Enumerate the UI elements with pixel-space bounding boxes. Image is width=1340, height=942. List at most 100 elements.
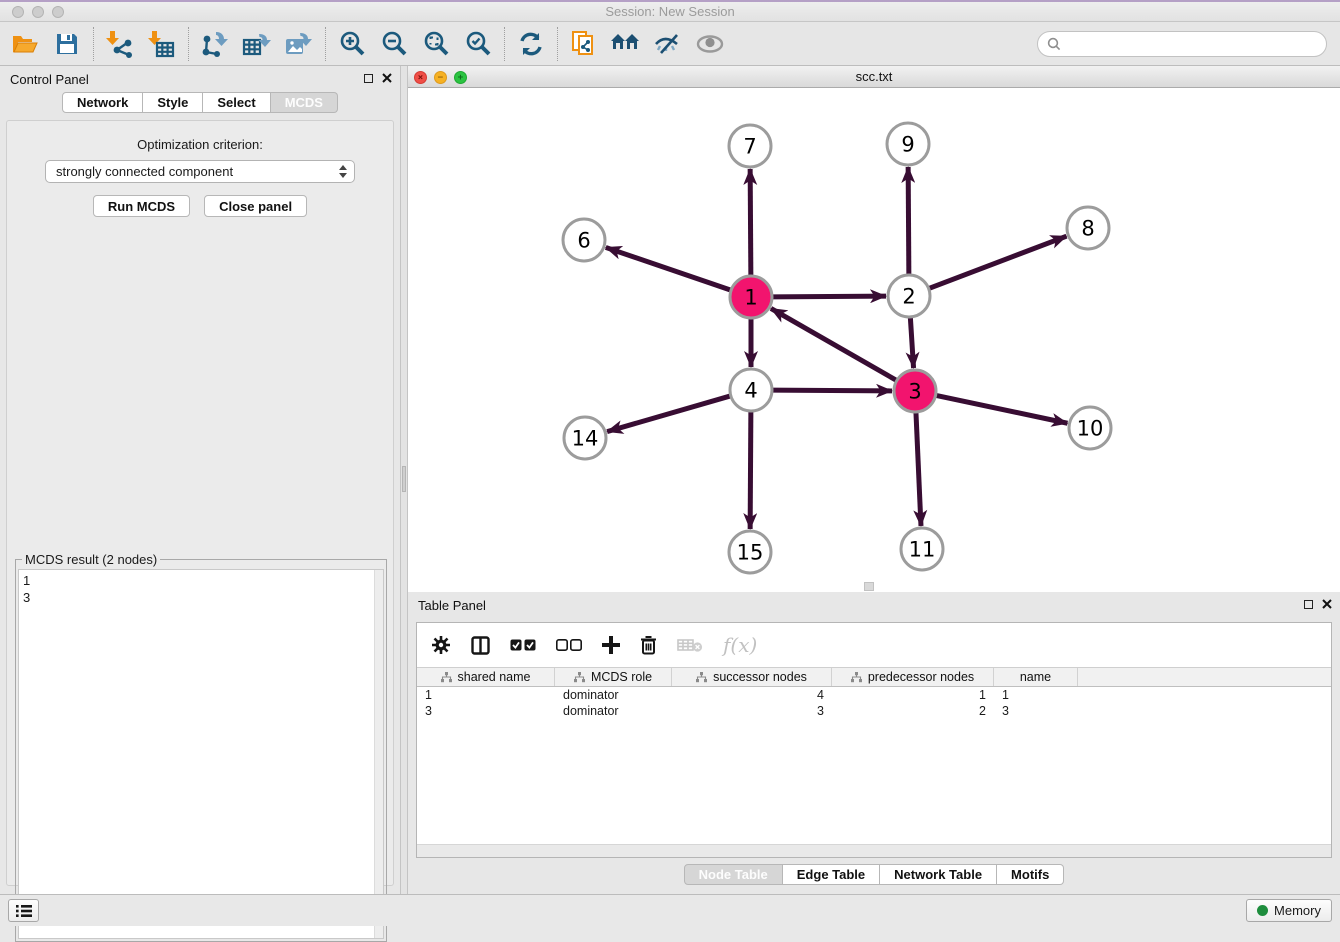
- tab-mcds[interactable]: MCDS: [271, 92, 338, 113]
- table-cell[interactable]: 1: [832, 687, 994, 703]
- table-horizontal-scrollbar[interactable]: [417, 844, 1331, 857]
- graph-node-label-11: 11: [909, 538, 936, 562]
- export-image-icon[interactable]: [278, 25, 320, 63]
- column-header-successor-nodes[interactable]: successor nodes: [672, 668, 832, 686]
- table-cell[interactable]: dominator: [555, 687, 672, 703]
- tab-network-table[interactable]: Network Table: [880, 864, 997, 885]
- zoom-out-icon[interactable]: [373, 25, 415, 63]
- node-table-container: f(x) shared nameMCDS rolesuccessor nodes…: [416, 622, 1332, 858]
- close-panel-icon[interactable]: [382, 73, 392, 83]
- show-column-icon[interactable]: [471, 636, 490, 655]
- graph-edge-2-9[interactable]: [908, 167, 909, 275]
- graph-edge-1-6[interactable]: [606, 247, 731, 290]
- column-header-predecessor-nodes[interactable]: predecessor nodes: [832, 668, 994, 686]
- table-row[interactable]: 3dominator323: [417, 703, 1331, 719]
- tab-style[interactable]: Style: [143, 92, 203, 113]
- table-cell[interactable]: dominator: [555, 703, 672, 719]
- graph-node-label-1: 1: [744, 286, 757, 310]
- table-header-row: shared nameMCDS rolesuccessor nodesprede…: [417, 667, 1331, 687]
- graph-edge-3-10[interactable]: [936, 395, 1068, 423]
- duplicate-network-icon[interactable]: [563, 25, 605, 63]
- graph-edge-2-3[interactable]: [910, 317, 913, 368]
- memory-label: Memory: [1274, 903, 1321, 918]
- mcds-panel-body: Optimization criterion: strongly connect…: [6, 120, 394, 886]
- table-cell[interactable]: 3: [994, 703, 1078, 719]
- table-row[interactable]: 1dominator411: [417, 687, 1331, 703]
- hide-details-eye-icon[interactable]: [647, 25, 689, 63]
- mcds-result-area[interactable]: 1 3: [18, 569, 384, 939]
- open-file-icon[interactable]: [4, 25, 46, 63]
- graph-edge-2-8[interactable]: [929, 236, 1067, 288]
- delete-column-icon[interactable]: [640, 635, 657, 655]
- zoom-in-icon[interactable]: [331, 25, 373, 63]
- graph-edge-4-3[interactable]: [772, 390, 892, 391]
- close-panel-button[interactable]: Close panel: [204, 195, 307, 217]
- tab-motifs[interactable]: Motifs: [997, 864, 1064, 885]
- houses-icon[interactable]: [605, 25, 647, 63]
- close-panel-icon[interactable]: [1322, 599, 1332, 609]
- run-mcds-button[interactable]: Run MCDS: [93, 195, 190, 217]
- memory-button[interactable]: Memory: [1246, 899, 1332, 922]
- control-panel: Control Panel NetworkStyleSelectMCDS Opt…: [0, 66, 400, 894]
- canvas-scroll-handle[interactable]: [864, 582, 874, 591]
- graph-node-label-10: 10: [1077, 417, 1104, 441]
- result-scrollbar[interactable]: [374, 570, 383, 938]
- float-panel-icon[interactable]: [364, 74, 373, 83]
- task-history-button[interactable]: [8, 899, 39, 922]
- table-cell[interactable]: 3: [672, 703, 832, 719]
- window-titlebar: Session: New Session: [0, 0, 1340, 22]
- tab-node-table[interactable]: Node Table: [684, 864, 783, 885]
- toolbar-separator: [188, 27, 189, 61]
- toolbar-separator: [504, 27, 505, 61]
- import-table-icon[interactable]: [141, 25, 183, 63]
- column-header-shared-name[interactable]: shared name: [417, 668, 555, 686]
- graph-edge-4-14[interactable]: [607, 396, 731, 432]
- tab-edge-table[interactable]: Edge Table: [783, 864, 880, 885]
- export-table-icon[interactable]: [236, 25, 278, 63]
- column-header-MCDS-role[interactable]: MCDS role: [555, 668, 672, 686]
- table-cell[interactable]: 2: [832, 703, 994, 719]
- mcds-result-box: MCDS result (2 nodes) 1 3: [15, 559, 387, 942]
- graph-edge-1-2[interactable]: [772, 296, 886, 297]
- table-rows: 1dominator4113dominator323: [417, 687, 1331, 719]
- table-cell[interactable]: 1: [417, 687, 555, 703]
- table-cell[interactable]: 3: [417, 703, 555, 719]
- column-header-name[interactable]: name: [994, 668, 1078, 686]
- zoom-selected-icon[interactable]: [457, 25, 499, 63]
- graph-edge-4-15[interactable]: [750, 411, 751, 529]
- table-settings-gear-icon[interactable]: [431, 635, 451, 655]
- control-panel-tabs: NetworkStyleSelectMCDS: [0, 92, 400, 113]
- graph-node-label-14: 14: [572, 427, 599, 451]
- float-panel-icon[interactable]: [1304, 600, 1313, 609]
- tab-select[interactable]: Select: [203, 92, 270, 113]
- graph-node-label-4: 4: [744, 379, 757, 403]
- search-input[interactable]: [1066, 34, 1326, 54]
- graph-node-label-8: 8: [1081, 217, 1094, 241]
- table-cell[interactable]: 1: [994, 687, 1078, 703]
- deselect-all-icon[interactable]: [556, 639, 582, 651]
- add-column-icon[interactable]: [602, 636, 620, 654]
- table-panel: Table Panel: [408, 592, 1340, 894]
- import-network-icon[interactable]: [99, 25, 141, 63]
- graph-edge-1-7[interactable]: [750, 169, 751, 276]
- graph-node-label-6: 6: [577, 229, 590, 253]
- tab-network[interactable]: Network: [62, 92, 143, 113]
- zoom-fit-icon[interactable]: [415, 25, 457, 63]
- optimization-criterion-select[interactable]: strongly connected component: [45, 160, 355, 183]
- graph-edge-3-11[interactable]: [916, 412, 921, 526]
- splitter-handle[interactable]: [402, 466, 406, 492]
- select-stepper-icon: [339, 165, 347, 178]
- main-toolbar: [0, 22, 1340, 66]
- save-session-icon[interactable]: [46, 25, 88, 63]
- network-canvas[interactable]: 7968124314101511: [408, 88, 1340, 592]
- show-details-eye-icon[interactable]: [689, 25, 731, 63]
- search-box[interactable]: [1037, 31, 1327, 57]
- optimization-criterion-value: strongly connected component: [56, 164, 233, 179]
- select-all-icon[interactable]: [510, 639, 536, 651]
- table-cell[interactable]: 4: [672, 687, 832, 703]
- export-network-icon[interactable]: [194, 25, 236, 63]
- panel-splitter[interactable]: [400, 66, 408, 894]
- graph-edge-3-1[interactable]: [771, 308, 897, 380]
- apply-layout-icon[interactable]: [510, 25, 552, 63]
- control-panel-title: Control Panel: [10, 72, 89, 87]
